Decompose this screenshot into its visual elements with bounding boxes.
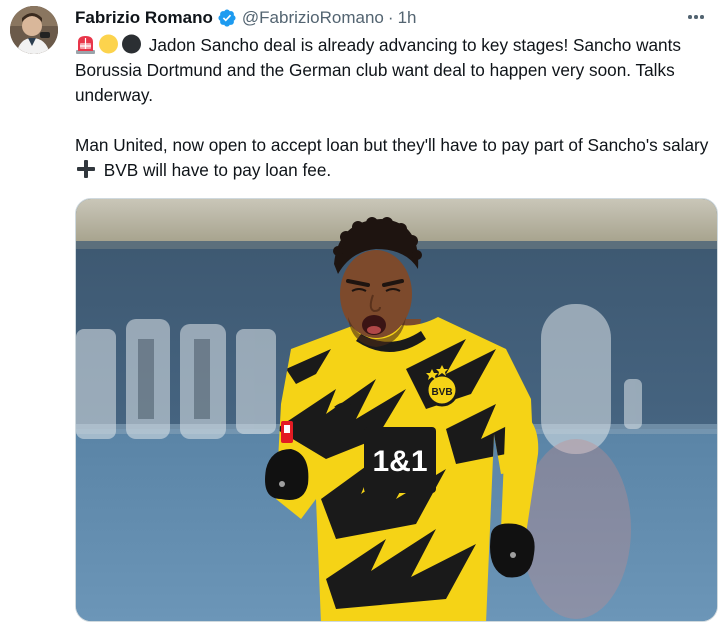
handle[interactable]: @FabrizioRomano [242, 8, 384, 28]
heavy-plus-emoji-icon [77, 160, 95, 178]
tweet-paragraph-2-text-b: BVB will have to pay loan fee. [103, 160, 332, 180]
tweet-paragraph-2-text-a: Man United, now open to accept loan but … [75, 135, 709, 155]
black-circle-emoji-icon [122, 34, 141, 54]
tweet-paragraph-1-text: Jadon Sancho deal is already advancing t… [75, 35, 681, 105]
shirt-sponsor-text: 1&1 [372, 445, 427, 478]
tweet-paragraph-1: Jadon Sancho deal is already advancing t… [75, 33, 715, 108]
timestamp[interactable]: 1h [398, 8, 417, 28]
more-options-icon[interactable] [683, 7, 709, 27]
display-name[interactable]: Fabrizio Romano [75, 8, 213, 28]
rotating-light-emoji-icon [76, 36, 95, 54]
tweet-media-image[interactable]: 1&1 BVB [75, 198, 718, 622]
player-celebration-photo: 1&1 BVB [76, 199, 717, 621]
tweet-header: Fabrizio Romano @FabrizioRomano · 1h [75, 7, 709, 29]
tweet-text: Jadon Sancho deal is already advancing t… [75, 33, 715, 183]
tweet-paragraph-2: Man United, now open to accept loan but … [75, 133, 715, 183]
yellow-circle-emoji-icon [99, 34, 118, 54]
separator-dot: · [387, 8, 394, 27]
tweet[interactable]: Fabrizio Romano @FabrizioRomano · 1h Jad… [0, 0, 725, 627]
crest-text: BVB [431, 387, 452, 398]
avatar[interactable] [10, 6, 58, 54]
avatar-image [10, 6, 58, 54]
verified-badge-icon [218, 9, 236, 27]
